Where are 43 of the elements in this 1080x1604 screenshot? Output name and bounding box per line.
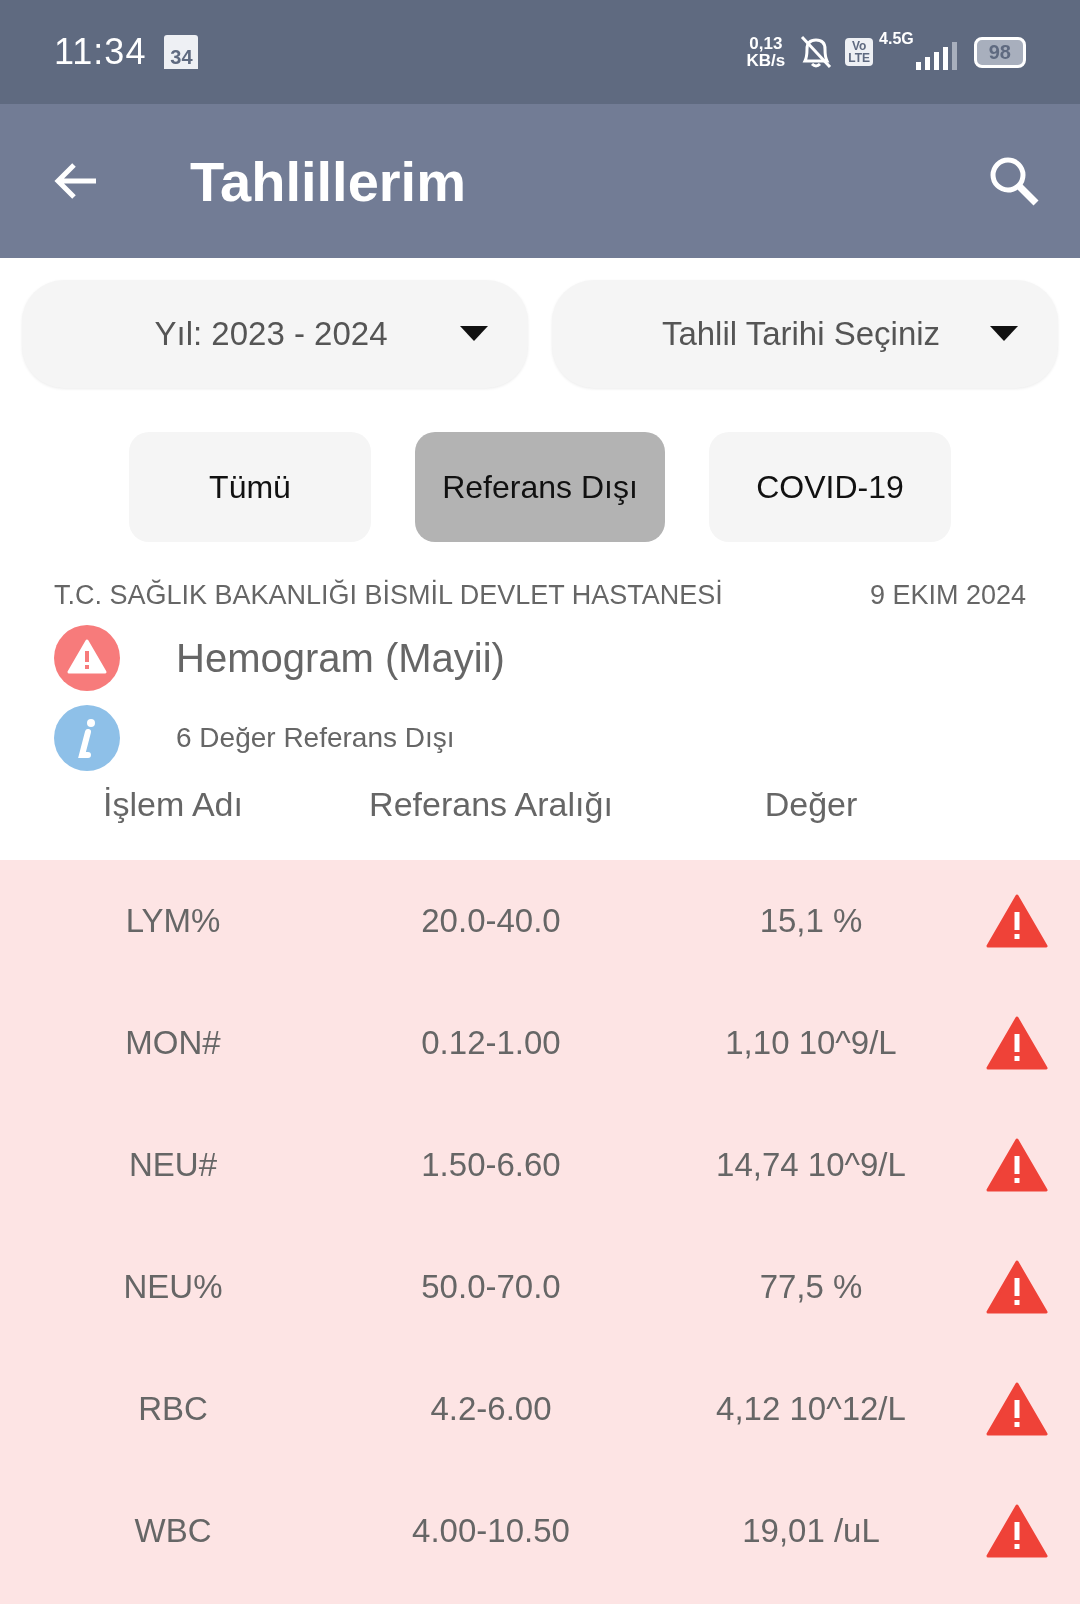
page-title: Tahlillerim [190,148,467,214]
filter-tab[interactable]: Referans Dışı [415,432,665,542]
test-name: Hemogram (Mayii) [176,635,505,681]
column-header: Değer [763,785,859,824]
table-cell-text: 4.2-6.00 [429,1390,553,1428]
dropdown-field[interactable]: Yıl: 2023 - 2024 [22,280,528,388]
filter-tab[interactable]: Tümü [129,432,371,542]
table-cell-text: 15,1 % [758,902,864,940]
filter-tab[interactable]: COVID-19 [709,432,951,542]
table-cell-text: NEU% [122,1268,224,1306]
volte-badge: Vo LTE [845,38,874,66]
out-of-range-summary: 6 Değer Referans Dışı [176,722,455,754]
caret-icon [460,326,488,342]
table-cell-text: 14,74 10^9/L [715,1146,907,1184]
column-header: Referans Aralığı [368,785,614,824]
table-cell-text: 4,12 10^12/L [715,1390,907,1428]
table-cell-text: NEU# [128,1146,218,1184]
column-header: İşlem Adı [102,785,244,824]
table-cell-text: 0.12-1.00 [420,1024,562,1062]
table-cell-text: 19,01 /uL [741,1512,881,1550]
table-cell-text: 4.00-10.50 [411,1512,571,1550]
table-cell-text: LYM% [124,902,222,940]
network-speed: 0,13 KB/s [746,35,786,69]
caret-icon [990,326,1018,342]
test-date: 9 EKIM 2024 [869,580,1026,611]
warning-icon [54,625,120,691]
table-cell-text: RBC [137,1390,209,1428]
table-cell-text: 50.0-70.0 [420,1268,562,1306]
search-icon[interactable] [988,155,1040,207]
hospital-name: T.C. SAĞLIK BAKANLIĞI BİSMİL DEVLET HASTANESİ [54,580,723,611]
table-cell-text: 20.0-40.0 [420,902,562,940]
table-cell-text: 1,10 10^9/L [724,1024,898,1062]
calendar-day: 34 [164,35,199,69]
signal-icon [913,42,958,72]
network-type: 4.5G [879,30,914,48]
table-cell-text: MON# [124,1024,222,1062]
table-cell-text: WBC [133,1512,213,1550]
status-time: 11:34 [54,31,147,73]
info-icon [54,705,120,771]
table-cell-text: 1.50-6.60 [420,1146,562,1184]
table-cell-text: 77,5 % [758,1268,864,1306]
dropdown-field[interactable]: Tahlil Tarihi Seçiniz [552,280,1058,388]
battery-level: 98 [973,36,1026,68]
